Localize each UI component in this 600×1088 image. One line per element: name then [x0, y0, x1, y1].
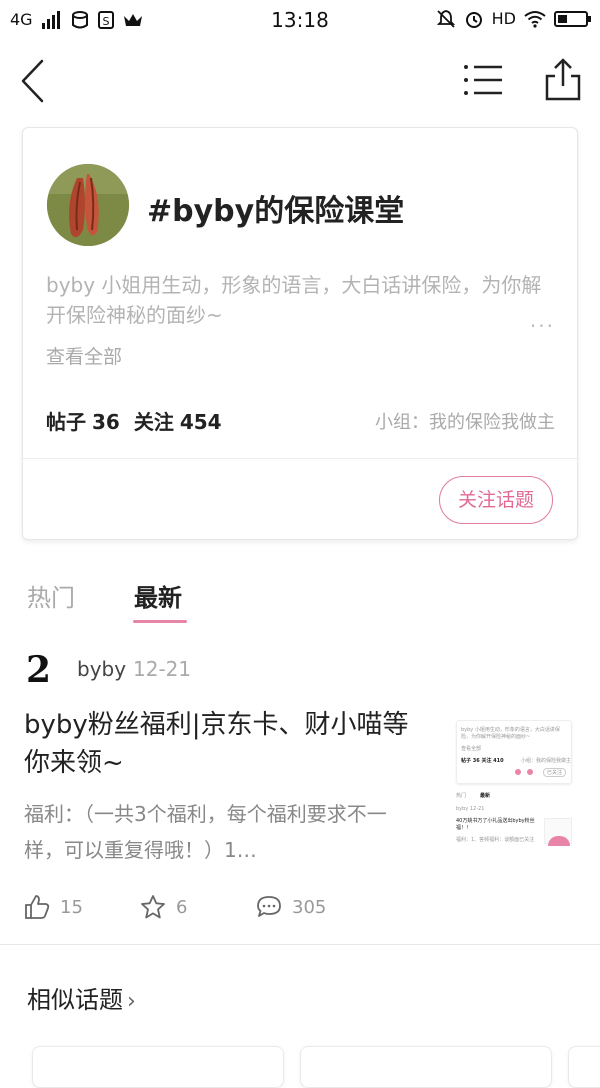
status-right: HD	[436, 9, 591, 29]
similar-topics-header[interactable]: 相似话题 ›	[27, 980, 136, 1015]
back-icon[interactable]	[18, 58, 48, 104]
thumbnail-desc: byby 小姐用生动，形象的语言，大白话讲保险，为你解开保险神秘的面纱~	[461, 727, 560, 740]
posts-label: 帖子	[46, 410, 86, 434]
post-author[interactable]: byby	[77, 657, 126, 681]
hd-indicator: HD	[491, 9, 516, 28]
topic-avatar	[47, 164, 129, 246]
topic-title: #byby的保险课堂	[147, 194, 405, 229]
group-link[interactable]: 小组：我的保险我做主	[375, 408, 555, 434]
thumbnail-follow: 已关注	[543, 768, 567, 777]
more-dots-icon[interactable]: ···	[530, 314, 555, 338]
alarm-icon	[465, 12, 482, 28]
view-all-link[interactable]: 查看全部	[46, 342, 122, 369]
menu-list-icon[interactable]	[462, 62, 504, 98]
thumbnail-author: byby 12-21	[456, 806, 485, 812]
similar-topic-card[interactable]	[568, 1046, 600, 1088]
thumbnail-tab-new: 最新	[480, 793, 491, 799]
author-avatar[interactable]: 2	[26, 650, 60, 690]
comment-count: 305	[292, 896, 327, 918]
like-count: 15	[60, 896, 83, 918]
thumbnail-bell-icon	[515, 769, 521, 775]
thumbnail-group: 小组：我的保险我做主	[521, 758, 572, 764]
mute-icon	[436, 10, 455, 28]
navigation-bar	[0, 46, 600, 116]
post-actions: 15 6 305	[0, 890, 600, 930]
thumbnail-post-sub: 福利：1、答频福利：谈额面已关注	[456, 837, 535, 843]
similar-topics-title: 相似话题	[27, 986, 123, 1014]
favorite-button[interactable]: 6	[140, 894, 187, 920]
follow-topic-button[interactable]: 关注话题	[439, 476, 553, 524]
post-title[interactable]: byby粉丝福利|京东卡、财小喵等你来领~	[24, 706, 424, 782]
chevron-right-icon: ›	[127, 989, 136, 1014]
topic-description: byby 小姐用生动，形象的语言，大白话讲保险，为你解开保险神秘的面纱~	[46, 273, 542, 327]
post-item[interactable]: 2 byby 12-21 byby粉丝福利|京东卡、财小喵等你来领~ 福利：（一…	[0, 640, 600, 945]
topic-card: #byby的保险课堂 byby 小姐用生动，形象的语言，大白话讲保险，为你解开保…	[22, 127, 578, 540]
comment-button[interactable]: 305	[256, 894, 326, 920]
thumbnail-tab-hot: 热门	[456, 793, 467, 799]
battery-icon	[554, 11, 591, 27]
feed-tabs: 热门 最新	[0, 570, 600, 626]
thumbnail-post-title: 40万姚书万了小礼品送出byby粉丝福！！	[456, 818, 535, 831]
status-bar: 4G S 13:18 HD	[0, 0, 600, 40]
thumbnail-stats: 帖子 36 关注 410	[461, 758, 504, 764]
post-excerpt: 福利：（一共3个福利，每个福利要求不一样，可以重复得哦！）1…	[24, 802, 387, 862]
thumbnail-card: byby 小姐用生动，形象的语言，大白话讲保险，为你解开保险神秘的面纱~ 查看全…	[456, 720, 572, 784]
star-icon	[141, 895, 165, 919]
like-button[interactable]: 15	[24, 894, 83, 920]
card-divider	[23, 458, 577, 459]
tab-latest[interactable]: 最新	[134, 578, 182, 613]
active-tab-indicator	[133, 620, 187, 623]
post-date: 12-21	[133, 657, 192, 681]
share-icon[interactable]	[544, 56, 582, 102]
post-thumbnail[interactable]: byby 小姐用生动，形象的语言，大白话讲保险，为你解开保险神秘的面纱~ 查看全…	[452, 720, 574, 850]
avatar-image	[47, 164, 129, 246]
posts-count: 36	[92, 410, 120, 434]
tab-hot[interactable]: 热门	[27, 578, 75, 613]
section-divider	[0, 944, 600, 945]
thumbnail-user-icon	[527, 769, 533, 775]
topic-stats: 帖子 36 关注 454	[46, 406, 222, 435]
comment-icon	[257, 896, 281, 917]
favorite-count: 6	[176, 896, 188, 918]
thumbs-up-icon	[25, 895, 50, 919]
wifi-icon	[524, 11, 546, 28]
similar-topic-card[interactable]	[300, 1046, 552, 1088]
thumbnail-view-all: 查看全部	[461, 746, 482, 752]
followers-label: 关注	[133, 410, 174, 434]
followers-count: 454	[179, 410, 222, 434]
similar-topic-card[interactable]	[32, 1046, 284, 1088]
